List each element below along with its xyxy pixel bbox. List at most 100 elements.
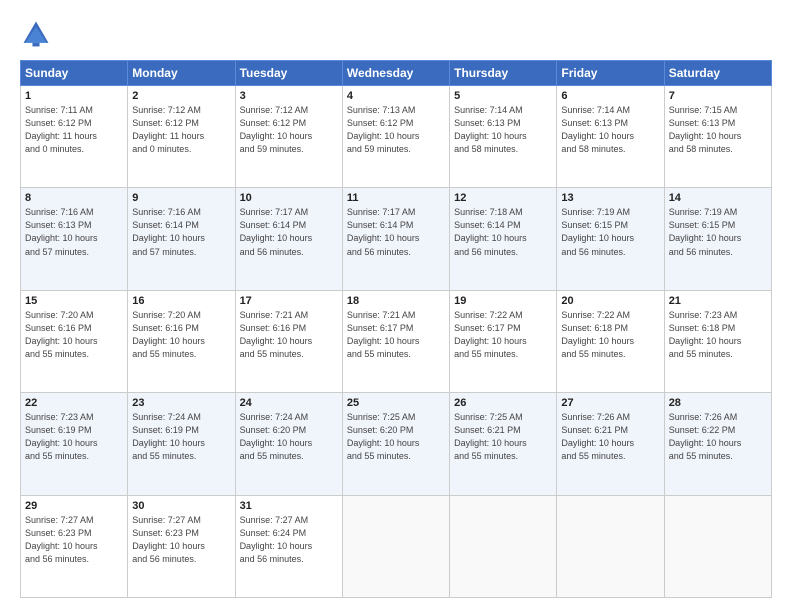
calendar-cell: 21 Sunrise: 7:23 AM Sunset: 6:18 PM Dayli… bbox=[664, 290, 771, 392]
day-number: 3 bbox=[240, 90, 338, 102]
day-of-week-header: Friday bbox=[557, 61, 664, 86]
day-info: Sunrise: 7:27 AM Sunset: 6:23 PM Dayligh… bbox=[25, 514, 123, 566]
day-info: Sunrise: 7:21 AM Sunset: 6:17 PM Dayligh… bbox=[347, 309, 445, 361]
day-number: 18 bbox=[347, 295, 445, 307]
day-number: 27 bbox=[561, 397, 659, 409]
calendar-cell: 3 Sunrise: 7:12 AM Sunset: 6:12 PM Daylig… bbox=[235, 86, 342, 188]
calendar-cell: 11 Sunrise: 7:17 AM Sunset: 6:14 PM Dayli… bbox=[342, 188, 449, 290]
calendar-cell bbox=[557, 495, 664, 597]
day-number: 29 bbox=[25, 500, 123, 512]
calendar-cell: 24Sunrise: 7:24 AM Sunset: 6:20 PM Dayli… bbox=[235, 393, 342, 495]
day-info: Sunrise: 7:15 AM Sunset: 6:13 PM Dayligh… bbox=[669, 104, 767, 156]
day-info: Sunrise: 7:16 AM Sunset: 6:14 PM Dayligh… bbox=[132, 206, 230, 258]
day-number: 24 bbox=[240, 397, 338, 409]
day-number: 12 bbox=[454, 192, 552, 204]
day-number: 13 bbox=[561, 192, 659, 204]
day-number: 11 bbox=[347, 192, 445, 204]
day-info: Sunrise: 7:25 AM Sunset: 6:21 PM Dayligh… bbox=[454, 411, 552, 463]
calendar-cell: 9 Sunrise: 7:16 AM Sunset: 6:14 PM Daylig… bbox=[128, 188, 235, 290]
calendar-cell: 18 Sunrise: 7:21 AM Sunset: 6:17 PM Dayli… bbox=[342, 290, 449, 392]
day-info: Sunrise: 7:22 AM Sunset: 6:17 PM Dayligh… bbox=[454, 309, 552, 361]
day-of-week-header: Wednesday bbox=[342, 61, 449, 86]
day-number: 8 bbox=[25, 192, 123, 204]
calendar-cell: 15 Sunrise: 7:20 AM Sunset: 6:16 PM Dayli… bbox=[21, 290, 128, 392]
calendar-cell: 13 Sunrise: 7:19 AM Sunset: 6:15 PM Dayli… bbox=[557, 188, 664, 290]
calendar-table: SundayMondayTuesdayWednesdayThursdayFrid… bbox=[20, 60, 772, 598]
calendar-week-row: 22 Sunrise: 7:23 AM Sunset: 6:19 PM Dayli… bbox=[21, 393, 772, 495]
day-number: 9 bbox=[132, 192, 230, 204]
day-info: Sunrise: 7:25 AM Sunset: 6:20 PM Dayligh… bbox=[347, 411, 445, 463]
calendar-cell: 27 Sunrise: 7:26 AM Sunset: 6:21 PM Dayli… bbox=[557, 393, 664, 495]
calendar-week-row: 15 Sunrise: 7:20 AM Sunset: 6:16 PM Dayli… bbox=[21, 290, 772, 392]
day-number: 21 bbox=[669, 295, 767, 307]
calendar-cell: 4 Sunrise: 7:13 AM Sunset: 6:12 PM Daylig… bbox=[342, 86, 449, 188]
day-number: 20 bbox=[561, 295, 659, 307]
calendar-cell: 7Sunrise: 7:15 AM Sunset: 6:13 PM Daylig… bbox=[664, 86, 771, 188]
day-info: Sunrise: 7:14 AM Sunset: 6:13 PM Dayligh… bbox=[561, 104, 659, 156]
day-number: 17 bbox=[240, 295, 338, 307]
calendar-cell: 31 Sunrise: 7:27 AM Sunset: 6:24 PM Dayli… bbox=[235, 495, 342, 597]
day-info: Sunrise: 7:23 AM Sunset: 6:18 PM Dayligh… bbox=[669, 309, 767, 361]
page: SundayMondayTuesdayWednesdayThursdayFrid… bbox=[0, 0, 792, 612]
calendar-cell: 8 Sunrise: 7:16 AM Sunset: 6:13 PM Daylig… bbox=[21, 188, 128, 290]
calendar-header-row: SundayMondayTuesdayWednesdayThursdayFrid… bbox=[21, 61, 772, 86]
day-info: Sunrise: 7:19 AM Sunset: 6:15 PM Dayligh… bbox=[561, 206, 659, 258]
day-number: 14 bbox=[669, 192, 767, 204]
calendar-cell: 22 Sunrise: 7:23 AM Sunset: 6:19 PM Dayli… bbox=[21, 393, 128, 495]
calendar-week-row: 29 Sunrise: 7:27 AM Sunset: 6:23 PM Dayli… bbox=[21, 495, 772, 597]
day-of-week-header: Saturday bbox=[664, 61, 771, 86]
day-info: Sunrise: 7:18 AM Sunset: 6:14 PM Dayligh… bbox=[454, 206, 552, 258]
day-info: Sunrise: 7:23 AM Sunset: 6:19 PM Dayligh… bbox=[25, 411, 123, 463]
day-number: 30 bbox=[132, 500, 230, 512]
calendar-cell: 26 Sunrise: 7:25 AM Sunset: 6:21 PM Dayli… bbox=[450, 393, 557, 495]
calendar-cell: 23Sunrise: 7:24 AM Sunset: 6:19 PM Dayli… bbox=[128, 393, 235, 495]
day-info: Sunrise: 7:27 AM Sunset: 6:23 PM Dayligh… bbox=[132, 514, 230, 566]
day-number: 28 bbox=[669, 397, 767, 409]
day-info: Sunrise: 7:12 AM Sunset: 6:12 PM Dayligh… bbox=[132, 104, 230, 156]
calendar-cell: 28 Sunrise: 7:26 AM Sunset: 6:22 PM Dayli… bbox=[664, 393, 771, 495]
calendar-week-row: 1Sunrise: 7:11 AM Sunset: 6:12 PM Daylig… bbox=[21, 86, 772, 188]
day-number: 26 bbox=[454, 397, 552, 409]
day-info: Sunrise: 7:16 AM Sunset: 6:13 PM Dayligh… bbox=[25, 206, 123, 258]
day-info: Sunrise: 7:12 AM Sunset: 6:12 PM Dayligh… bbox=[240, 104, 338, 156]
calendar-week-row: 8 Sunrise: 7:16 AM Sunset: 6:13 PM Daylig… bbox=[21, 188, 772, 290]
day-info: Sunrise: 7:13 AM Sunset: 6:12 PM Dayligh… bbox=[347, 104, 445, 156]
day-info: Sunrise: 7:19 AM Sunset: 6:15 PM Dayligh… bbox=[669, 206, 767, 258]
day-info: Sunrise: 7:26 AM Sunset: 6:22 PM Dayligh… bbox=[669, 411, 767, 463]
day-info: Sunrise: 7:27 AM Sunset: 6:24 PM Dayligh… bbox=[240, 514, 338, 566]
day-info: Sunrise: 7:17 AM Sunset: 6:14 PM Dayligh… bbox=[347, 206, 445, 258]
calendar-cell: 2Sunrise: 7:12 AM Sunset: 6:12 PM Daylig… bbox=[128, 86, 235, 188]
day-of-week-header: Thursday bbox=[450, 61, 557, 86]
calendar-cell: 10Sunrise: 7:17 AM Sunset: 6:14 PM Dayli… bbox=[235, 188, 342, 290]
calendar-cell: 20Sunrise: 7:22 AM Sunset: 6:18 PM Dayli… bbox=[557, 290, 664, 392]
day-info: Sunrise: 7:20 AM Sunset: 6:16 PM Dayligh… bbox=[25, 309, 123, 361]
day-number: 31 bbox=[240, 500, 338, 512]
calendar-cell: 6 Sunrise: 7:14 AM Sunset: 6:13 PM Daylig… bbox=[557, 86, 664, 188]
day-number: 22 bbox=[25, 397, 123, 409]
calendar-cell: 29 Sunrise: 7:27 AM Sunset: 6:23 PM Dayli… bbox=[21, 495, 128, 597]
calendar-cell: 25Sunrise: 7:25 AM Sunset: 6:20 PM Dayli… bbox=[342, 393, 449, 495]
day-number: 16 bbox=[132, 295, 230, 307]
day-number: 15 bbox=[25, 295, 123, 307]
day-info: Sunrise: 7:26 AM Sunset: 6:21 PM Dayligh… bbox=[561, 411, 659, 463]
calendar-cell: 12 Sunrise: 7:18 AM Sunset: 6:14 PM Dayli… bbox=[450, 188, 557, 290]
calendar-cell: 30 Sunrise: 7:27 AM Sunset: 6:23 PM Dayli… bbox=[128, 495, 235, 597]
day-number: 4 bbox=[347, 90, 445, 102]
day-number: 10 bbox=[240, 192, 338, 204]
logo-icon bbox=[20, 18, 52, 50]
calendar-cell: 16 Sunrise: 7:20 AM Sunset: 6:16 PM Dayli… bbox=[128, 290, 235, 392]
day-info: Sunrise: 7:21 AM Sunset: 6:16 PM Dayligh… bbox=[240, 309, 338, 361]
calendar-cell: 17 Sunrise: 7:21 AM Sunset: 6:16 PM Dayli… bbox=[235, 290, 342, 392]
day-number: 5 bbox=[454, 90, 552, 102]
calendar-cell bbox=[664, 495, 771, 597]
logo bbox=[20, 18, 58, 50]
calendar-cell bbox=[450, 495, 557, 597]
day-info: Sunrise: 7:20 AM Sunset: 6:16 PM Dayligh… bbox=[132, 309, 230, 361]
day-number: 23 bbox=[132, 397, 230, 409]
calendar-cell: 19Sunrise: 7:22 AM Sunset: 6:17 PM Dayli… bbox=[450, 290, 557, 392]
day-number: 6 bbox=[561, 90, 659, 102]
day-of-week-header: Sunday bbox=[21, 61, 128, 86]
calendar-cell: 1Sunrise: 7:11 AM Sunset: 6:12 PM Daylig… bbox=[21, 86, 128, 188]
day-of-week-header: Tuesday bbox=[235, 61, 342, 86]
day-of-week-header: Monday bbox=[128, 61, 235, 86]
